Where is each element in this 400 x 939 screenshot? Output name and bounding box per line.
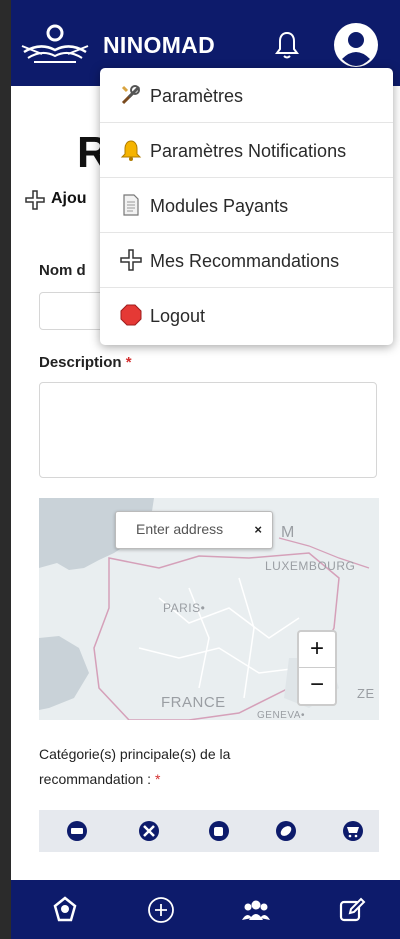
- address-input[interactable]: [136, 521, 246, 537]
- add-circle-icon[interactable]: [147, 896, 175, 924]
- bed-icon[interactable]: [66, 820, 88, 842]
- cross-icon: [120, 249, 142, 271]
- description-textarea[interactable]: [39, 382, 377, 478]
- tools-icon[interactable]: [138, 820, 160, 842]
- map-label-france: FRANCE: [161, 694, 226, 711]
- map-label-ze: ZE: [357, 686, 375, 701]
- clear-address-icon[interactable]: ×: [254, 522, 262, 537]
- users-icon[interactable]: [242, 896, 270, 924]
- user-avatar-icon[interactable]: [333, 22, 379, 68]
- menu-item-parametres-notifications[interactable]: Paramètres Notifications: [100, 123, 393, 178]
- bottom-nav: [11, 880, 400, 939]
- menu-item-mes-recommandations[interactable]: Mes Recommandations: [100, 233, 393, 288]
- map-label-m: M: [281, 524, 295, 541]
- category-selector: [39, 810, 379, 852]
- edit-icon[interactable]: [338, 896, 366, 924]
- tools-icon: [121, 85, 141, 105]
- bell-icon: [120, 140, 142, 161]
- zoom-out-button[interactable]: −: [299, 668, 335, 704]
- add-label: Ajou: [51, 190, 87, 207]
- notification-bell-icon[interactable]: [275, 30, 299, 60]
- map-label-geneva: GENEVA•: [257, 710, 305, 720]
- document-icon: [123, 194, 139, 216]
- menu-item-parametres[interactable]: Paramètres: [100, 68, 393, 123]
- brand-name: NINOMAD: [103, 32, 215, 58]
- plus-icon: [25, 190, 45, 210]
- stop-icon: [120, 304, 142, 326]
- menu-item-logout[interactable]: Logout: [100, 288, 393, 343]
- menu-item-label: Paramètres Notifications: [150, 141, 347, 161]
- map-label-luxembourg: LUXEMBOURG: [265, 559, 356, 573]
- menu-item-modules-payants[interactable]: Modules Payants: [100, 178, 393, 233]
- category-label: Catégorie(s) principale(s) de la recomma…: [39, 746, 231, 787]
- home-icon[interactable]: [51, 896, 79, 924]
- app-screen: NINOMAD R Ajou n Nom d Description *: [11, 0, 400, 939]
- map-label-paris: PARIS•: [163, 601, 206, 615]
- menu-item-label: Modules Payants: [150, 196, 289, 216]
- logo-icon: [21, 24, 89, 63]
- user-dropdown-menu: Paramètres Paramètres Notifications Modu…: [100, 68, 393, 345]
- cart-icon[interactable]: [342, 820, 364, 842]
- address-search[interactable]: ×: [115, 511, 273, 549]
- zoom-in-button[interactable]: +: [299, 632, 335, 668]
- menu-item-label: Paramètres: [150, 86, 244, 106]
- description-label: Description *: [39, 354, 132, 371]
- coffee-icon[interactable]: [208, 820, 230, 842]
- map-zoom-control: + −: [297, 630, 337, 706]
- sport-icon[interactable]: [275, 820, 297, 842]
- name-label: Nom d: [39, 262, 86, 279]
- menu-item-label: Mes Recommandations: [150, 251, 340, 271]
- menu-item-label: Logout: [150, 306, 206, 326]
